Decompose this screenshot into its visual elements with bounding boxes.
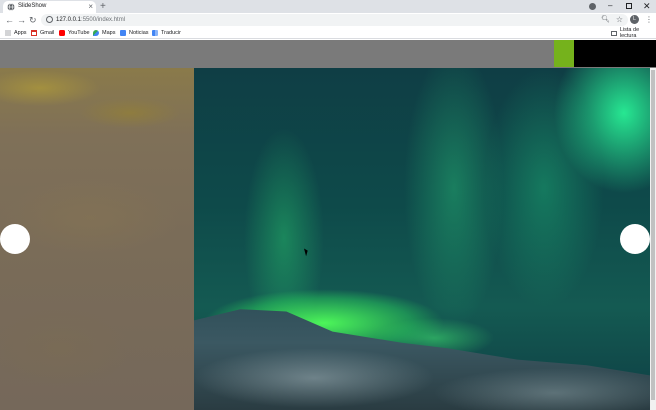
bookmark-apps[interactable]: Apps [5, 28, 27, 38]
bookmark-noticias[interactable]: Noticias [120, 28, 149, 38]
avatar[interactable]: L [630, 15, 639, 24]
prev-slide-button[interactable] [0, 224, 30, 254]
youtube-icon [59, 30, 65, 36]
news-icon [120, 30, 126, 36]
profile-icon[interactable] [589, 3, 596, 10]
header-accent-block [554, 40, 574, 67]
tab-strip: SlideShow × + – ✕ [0, 0, 656, 13]
apps-grid-icon [5, 30, 11, 36]
back-button[interactable]: ← [5, 13, 14, 27]
reading-list-icon [611, 30, 617, 36]
page-content [0, 40, 656, 410]
reading-list-label: Lista de lectura [619, 27, 640, 39]
bookmark-label: Gmail [40, 30, 55, 36]
tab-close-icon[interactable]: × [88, 1, 93, 12]
url-text[interactable]: 127.0.0.1:5500/index.html [56, 15, 125, 25]
maps-icon [93, 30, 99, 36]
bookmark-label: Noticias [129, 30, 149, 36]
close-window-button[interactable]: ✕ [643, 0, 651, 12]
menu-icon[interactable]: ⋮ [645, 13, 653, 27]
slide-current-image [194, 68, 656, 410]
toolbar: ← → ↻ 127.0.0.1:5500/index.html 🔍︎ ☆ L ⋮ [0, 13, 656, 27]
next-slide-button[interactable] [620, 224, 650, 254]
reload-button[interactable]: ↻ [29, 13, 37, 27]
globe-icon [7, 3, 15, 11]
forward-button[interactable]: → [17, 13, 26, 27]
bookmark-maps[interactable]: Maps [93, 28, 115, 38]
bookmark-label: Traducir [161, 30, 181, 36]
scrollbar-thumb[interactable] [651, 70, 655, 400]
info-icon[interactable] [46, 16, 53, 23]
new-tab-button[interactable]: + [100, 0, 106, 13]
bookmark-label: Maps [102, 30, 116, 36]
bookmark-gmail[interactable]: Gmail [31, 28, 54, 38]
bookmark-label: YouTube [68, 30, 90, 36]
tab-slideshow[interactable]: SlideShow × [3, 1, 96, 13]
tab-title: SlideShow [18, 3, 47, 9]
gmail-icon [31, 30, 37, 36]
bookmark-label: Apps [14, 30, 27, 36]
slide-mountain [194, 309, 656, 410]
bookmarks-bar: Apps Gmail YouTube Maps Noticias Traduci… [0, 27, 656, 39]
scrollbar[interactable] [650, 68, 656, 410]
reading-list[interactable]: Lista de lectura [611, 27, 656, 39]
minimize-button[interactable]: – [608, 0, 612, 12]
maximize-button[interactable] [626, 3, 632, 9]
bookmark-youtube[interactable]: YouTube [59, 28, 90, 38]
bookmark-traducir[interactable]: Traducir [152, 28, 181, 38]
zoom-icon[interactable]: 🔍︎ [601, 15, 610, 25]
header-dark-block [574, 40, 656, 67]
address-bar[interactable]: 127.0.0.1:5500/index.html 🔍︎ ☆ [41, 14, 628, 26]
translate-icon [152, 30, 158, 36]
bookmark-star-icon[interactable]: ☆ [616, 14, 623, 25]
